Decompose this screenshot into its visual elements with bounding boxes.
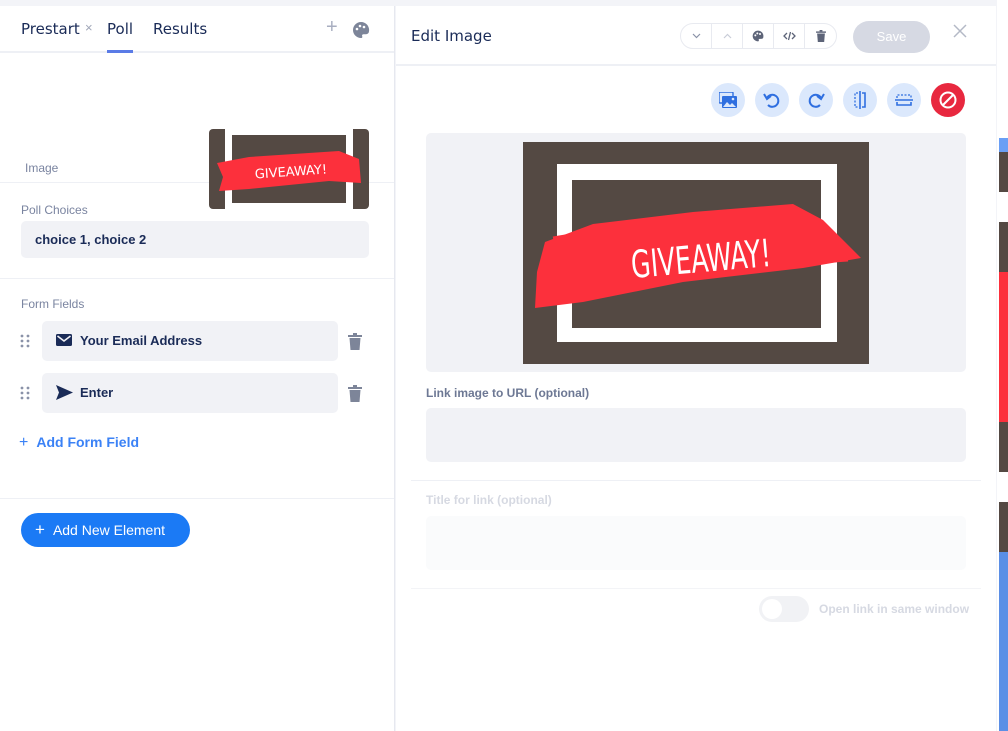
edit-image-panel: Edit Image Save GIVEAWAY! Link image to … xyxy=(396,6,996,731)
form-fields-section: Form Fields Your Email Address Enter + A… xyxy=(0,279,394,499)
send-icon xyxy=(56,385,73,405)
form-field-row: Enter xyxy=(0,373,395,413)
move-up-button[interactable] xyxy=(712,24,743,48)
link-title-input[interactable] xyxy=(426,516,966,570)
add-form-field-button[interactable]: + Add Form Field xyxy=(19,434,139,452)
divider xyxy=(411,480,981,481)
panel-title: Edit Image xyxy=(411,27,492,45)
edit-image-header: Edit Image Save xyxy=(396,6,996,66)
flip-horizontal-button[interactable] xyxy=(843,83,877,117)
tab-poll[interactable]: Poll xyxy=(107,20,133,38)
plus-icon: + xyxy=(19,434,29,451)
flip-vertical-button[interactable] xyxy=(887,83,921,117)
toggle-knob xyxy=(762,599,782,619)
link-url-input[interactable] xyxy=(426,408,966,462)
form-field-label: Enter xyxy=(80,385,114,400)
image-gallery-icon xyxy=(719,92,737,108)
rotate-right-button[interactable] xyxy=(799,83,833,117)
form-field-label: Your Email Address xyxy=(80,333,203,348)
rotate-right-icon xyxy=(808,93,825,108)
delete-field-trash-icon[interactable] xyxy=(348,385,362,407)
add-new-element-button[interactable]: + Add New Element xyxy=(21,513,190,547)
form-fields-label: Form Fields xyxy=(21,297,85,311)
delete-field-trash-icon[interactable] xyxy=(348,333,362,355)
add-tab-icon[interactable]: + xyxy=(326,16,338,39)
tab-results[interactable]: Results xyxy=(153,20,207,38)
save-button[interactable]: Save xyxy=(853,21,930,53)
image-label: Image xyxy=(25,161,59,175)
link-title-label: Title for link (optional) xyxy=(426,493,552,507)
palette-icon xyxy=(752,30,764,42)
envelope-icon xyxy=(56,333,72,352)
rotate-left-button[interactable] xyxy=(755,83,789,117)
poll-choices-label: Poll Choices xyxy=(21,203,88,217)
drag-handle-icon[interactable] xyxy=(20,386,30,405)
add-form-field-label: Add Form Field xyxy=(36,434,140,450)
open-same-window-toggle[interactable] xyxy=(759,596,809,622)
poll-choices-input[interactable]: choice 1, choice 2 xyxy=(21,221,369,258)
chevron-down-icon xyxy=(692,33,700,39)
drag-handle-icon[interactable] xyxy=(20,334,30,353)
code-button[interactable] xyxy=(774,24,805,48)
element-actions-group xyxy=(680,23,837,49)
element-settings-panel: Prestart × Poll Results + Image GIVEAWAY… xyxy=(0,6,395,731)
tab-prestart[interactable]: Prestart xyxy=(21,20,80,38)
chevron-up-icon xyxy=(723,33,731,39)
divider xyxy=(411,588,981,589)
flip-vertical-icon xyxy=(895,94,913,106)
form-field-email[interactable]: Your Email Address xyxy=(42,321,338,361)
close-icon[interactable] xyxy=(952,23,968,44)
giveaway-image: GIVEAWAY! xyxy=(523,142,869,364)
code-icon xyxy=(782,31,796,41)
remove-icon xyxy=(939,91,957,109)
rotate-left-icon xyxy=(763,93,780,108)
form-field-row: Your Email Address xyxy=(0,321,395,361)
tab-prestart-close-icon[interactable]: × xyxy=(85,20,93,35)
palette-icon[interactable] xyxy=(352,21,370,44)
remove-image-button[interactable] xyxy=(931,83,965,117)
plus-icon: + xyxy=(35,520,45,539)
image-preview: GIVEAWAY! xyxy=(426,133,966,372)
poll-choices-section: Poll Choices choice 1, choice 2 xyxy=(0,183,394,279)
tab-bar: Prestart × Poll Results + xyxy=(0,6,394,53)
image-toolbar xyxy=(711,83,965,117)
background-content-strip xyxy=(999,138,1008,731)
flip-horizontal-icon xyxy=(854,91,866,109)
link-url-label: Link image to URL (optional) xyxy=(426,386,590,400)
move-down-button[interactable] xyxy=(681,24,712,48)
image-section: Image GIVEAWAY! xyxy=(0,53,394,209)
delete-element-button[interactable] xyxy=(805,24,836,48)
style-button[interactable] xyxy=(743,24,774,48)
form-field-submit[interactable]: Enter xyxy=(42,373,338,413)
trash-icon xyxy=(815,30,826,42)
change-image-button[interactable] xyxy=(711,83,745,117)
add-new-element-label: Add New Element xyxy=(52,522,165,538)
open-same-window-label: Open link in same window xyxy=(819,602,970,616)
